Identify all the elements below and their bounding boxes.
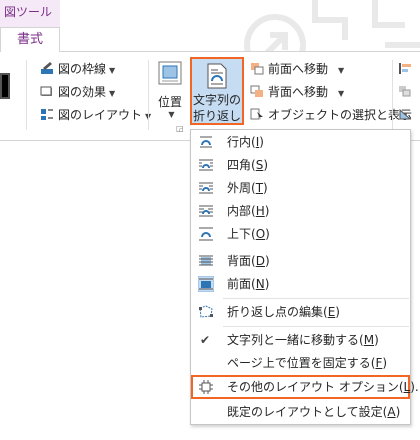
checkmark-icon: ✔	[200, 333, 211, 347]
picture-border-label: 図の枠線	[58, 62, 107, 76]
wrap-top-bottom-icon	[199, 227, 213, 241]
menu-separator	[223, 298, 409, 299]
menu-item-inline[interactable]: 行内(I)	[191, 131, 410, 153]
chevron-down-icon: ▼	[109, 89, 116, 98]
picture-layout-button[interactable]: 図のレイアウト▼	[40, 106, 151, 124]
menu-item-tight[interactable]: 外周(T)	[191, 177, 410, 199]
chevron-down-icon: ▼	[338, 66, 345, 75]
wrap-text-button[interactable]: 文字列の 折り返し▼	[190, 57, 244, 137]
menu-item-top-bottom[interactable]: 上下(O)	[191, 223, 410, 245]
ribbon-separator	[148, 60, 149, 130]
tab-format[interactable]: 書式	[0, 27, 60, 52]
tab-row	[0, 27, 420, 52]
ribbon-separator	[26, 60, 27, 130]
position-button[interactable]: 位置 ▼	[152, 60, 188, 120]
send-backward-icon	[250, 85, 263, 97]
wrap-behind-text-icon	[199, 255, 213, 266]
picture-style-thumbnail[interactable]	[0, 73, 10, 99]
menu-item-move-with-text[interactable]: ✔ 文字列と一緒に移動する(M)	[191, 329, 410, 351]
rotate-button[interactable]	[398, 106, 416, 124]
wrap-inline-icon	[200, 136, 212, 148]
selection-pane-icon	[250, 108, 263, 120]
menu-separator	[223, 326, 409, 327]
bring-forward-icon	[251, 63, 264, 75]
selection-pane-label: オブジェクトの選択と表示	[268, 108, 413, 122]
picture-layout-icon	[41, 109, 53, 120]
chevron-down-icon: ▼	[338, 89, 345, 98]
picture-layout-label: 図のレイアウト	[58, 108, 143, 122]
dialog-launcher-icon[interactable]: ◲	[176, 124, 184, 133]
wrap-in-front-icon	[198, 276, 214, 292]
group-icon	[399, 86, 411, 97]
position-label: 位置	[157, 95, 182, 109]
menu-item-edit-wrap-points[interactable]: 折り返し点の編集(E)	[191, 301, 410, 323]
send-backward-label: 背面へ移動	[268, 85, 329, 99]
chevron-down-icon: ▼	[168, 110, 175, 119]
wrap-text-label-line1: 文字列の	[192, 93, 241, 107]
context-tab-group-label: 図ツール	[4, 5, 53, 19]
picture-effects-button[interactable]: 図の効果 ▼	[40, 83, 115, 101]
menu-item-fix-position[interactable]: ページ上で位置を固定する(F)	[191, 352, 410, 374]
picture-border-icon	[41, 62, 53, 74]
rotate-icon	[399, 108, 412, 120]
wrap-text-menu: 行内(I) 四角(S) 外周(T) 内部(H) 上下(O) 背面(D) 前面(N…	[190, 129, 420, 425]
wrap-text-icon	[207, 63, 227, 89]
menu-item-more-layout-options[interactable]: その他のレイアウト オプション(L)...	[191, 376, 420, 398]
group-button[interactable]	[398, 83, 416, 101]
ribbon-separator	[392, 60, 393, 130]
align-icon	[399, 63, 411, 74]
align-button[interactable]	[398, 60, 416, 78]
menu-item-set-as-default[interactable]: 既定のレイアウトとして設定(A)	[191, 401, 410, 423]
menu-item-behind-text[interactable]: 背面(D)	[191, 250, 410, 272]
layout-options-icon	[199, 380, 213, 394]
send-backward-button[interactable]: 背面へ移動 ▼	[250, 83, 344, 101]
picture-effects-icon	[40, 86, 52, 96]
picture-border-button[interactable]: 図の枠線 ▼	[40, 60, 115, 78]
wrap-tight-icon	[199, 182, 213, 194]
bring-forward-button[interactable]: 前面へ移動 ▼	[250, 60, 344, 78]
menu-item-in-front-of-text[interactable]: 前面(N)	[191, 273, 410, 295]
selection-pane-button[interactable]: オブジェクトの選択と表示	[250, 106, 412, 124]
bring-forward-label: 前面へ移動	[268, 62, 329, 76]
chevron-down-icon: ▼	[109, 66, 116, 75]
wrap-square-icon	[199, 159, 213, 171]
wrap-through-icon	[199, 205, 213, 217]
menu-item-square[interactable]: 四角(S)	[191, 154, 410, 176]
edit-wrap-points-icon	[199, 305, 213, 318]
menu-item-through[interactable]: 内部(H)	[191, 200, 410, 222]
picture-effects-label: 図の効果	[58, 85, 107, 99]
position-icon	[158, 61, 182, 85]
